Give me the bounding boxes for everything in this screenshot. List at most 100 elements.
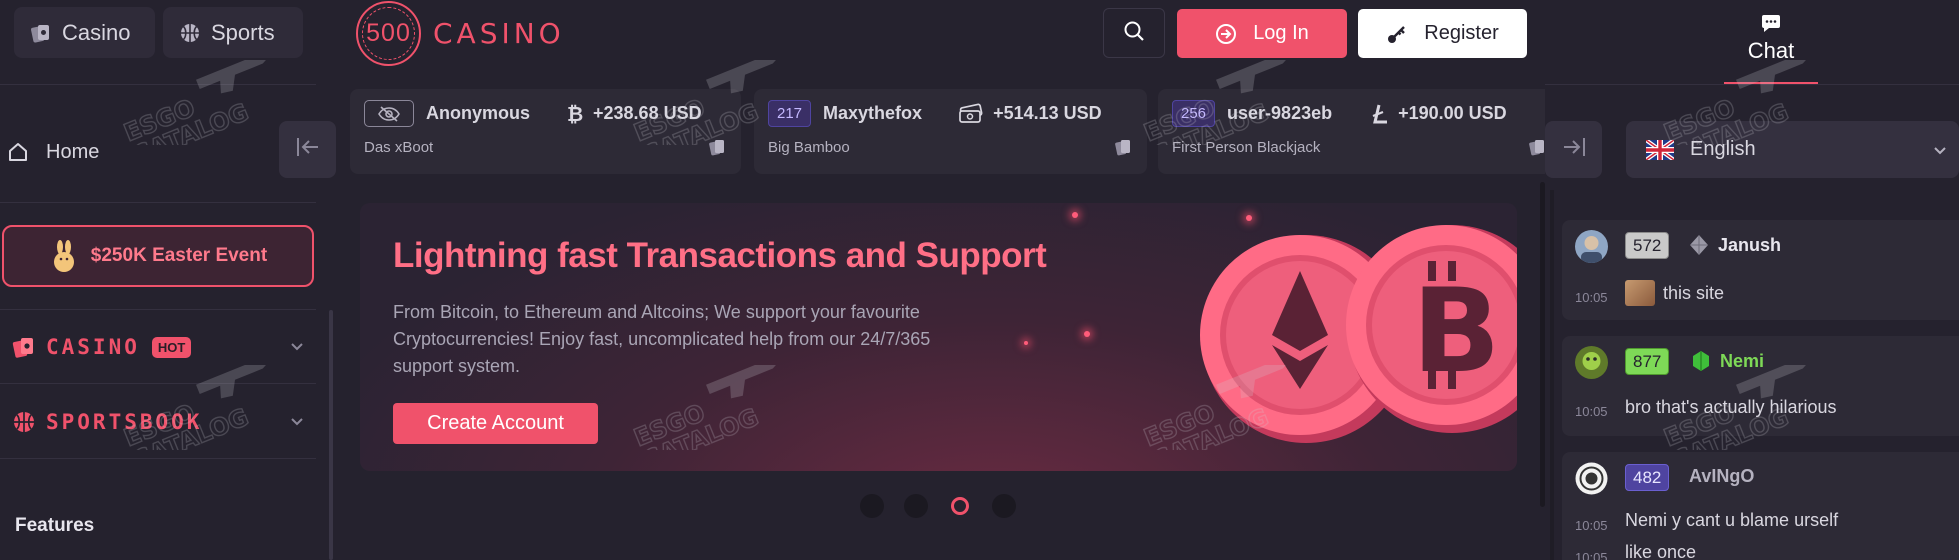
svg-text:₿: ₿ (567, 103, 583, 125)
sidebar-item-sportsbook-label: SPORTSBOOK (46, 410, 203, 434)
emote-icon (1625, 280, 1655, 306)
banner-title: Lightning fast Transactions and Support (393, 236, 1047, 275)
language-select[interactable]: English (1626, 121, 1959, 178)
avatar[interactable] (1575, 346, 1608, 379)
chat-timestamp: 10:05 (1575, 518, 1608, 533)
playing-cards-icon (709, 138, 727, 158)
chevron-down-icon[interactable] (288, 337, 306, 360)
chat-text: Nemi y cant u blame urself (1625, 510, 1839, 530)
register-label: Register (1424, 22, 1499, 44)
chat-username-text: AvINgO (1689, 466, 1755, 486)
expand-right-icon (1561, 136, 1587, 163)
sidebar-scrollbar[interactable] (329, 310, 333, 560)
sidebar-tab-sports[interactable]: Sports (163, 7, 303, 58)
sidebar-item-home-label: Home (46, 140, 100, 163)
carousel-dot[interactable] (904, 494, 928, 518)
feed-card[interactable]: 217 Maxythefox +514.13 USD Big Bamboo (754, 89, 1147, 174)
sidebar-item-casino[interactable]: CASINO HOT (0, 317, 316, 377)
chat-scrollbar[interactable] (1550, 190, 1554, 560)
feed-game-name[interactable]: First Person Blackjack (1172, 139, 1320, 156)
sidebar-item-sportsbook[interactable]: SPORTSBOOK (0, 392, 316, 452)
carousel-dot-active[interactable] (951, 497, 969, 515)
tab-chat-label: Chat (1747, 38, 1795, 63)
search-button[interactable] (1103, 8, 1165, 58)
expand-panel-button[interactable] (1545, 121, 1602, 178)
avatar[interactable] (1575, 230, 1608, 263)
feed-game-name[interactable]: Big Bamboo (768, 139, 850, 156)
banner-text: From Bitcoin, to Ethereum and Altcoins; … (393, 302, 931, 376)
key-icon (1386, 23, 1408, 45)
collapse-sidebar-button[interactable] (279, 121, 336, 178)
feed-username: Maxythefox (823, 103, 923, 123)
level-badge: 572 (1625, 232, 1670, 259)
cash-stack-icon (957, 103, 985, 125)
feed-card-top: 256 user-9823eb +190.00 USD (1172, 100, 1507, 127)
divider (0, 202, 316, 203)
diamond-rank-icon (1688, 234, 1710, 256)
chat-username[interactable]: Janush (1688, 234, 1781, 256)
basketball-icon (12, 410, 36, 434)
chevron-down-icon (1931, 141, 1949, 165)
logo-badge: 500 (356, 0, 421, 66)
chat-timestamp: 10:05 (1575, 404, 1608, 419)
playing-cards-icon (30, 22, 52, 44)
carousel-dots (860, 494, 1016, 518)
chat-username-text: Janush (1718, 234, 1782, 255)
level-badge: 877 (1625, 348, 1670, 375)
divider (0, 383, 316, 384)
sidebar-item-home[interactable]: Home (0, 122, 316, 182)
sidebar-tab-sports-label: Sports (211, 19, 275, 45)
chat-username[interactable]: Nemi (1690, 350, 1764, 372)
chat-bubble-icon (1760, 14, 1782, 34)
avatar[interactable] (1575, 462, 1608, 495)
chat-message: 482 AvINgO 10:05 Nemi y cant u blame urs… (1562, 452, 1959, 560)
logo-number: 500 (366, 18, 411, 47)
feed-amount: +514.13 USD (993, 103, 1102, 123)
playing-cards-icon (1115, 138, 1133, 158)
hexagon-rank-icon (1690, 350, 1712, 372)
collapse-left-icon (295, 136, 321, 163)
chevron-down-icon[interactable] (288, 412, 306, 435)
carousel-dot[interactable] (992, 494, 1016, 518)
chat-message: 877 Nemi 10:05 bro that's actually hilar… (1562, 336, 1959, 436)
divider (0, 84, 316, 85)
basketball-icon (179, 22, 201, 44)
login-label: Log In (1253, 22, 1309, 44)
divider (1545, 84, 1959, 85)
bitcoin-icon: ₿ (565, 103, 585, 125)
site-logo[interactable]: 500 CASINO (356, 0, 565, 66)
level-badge: 482 (1625, 464, 1670, 491)
register-button[interactable]: Register (1358, 9, 1527, 58)
create-account-button[interactable]: Create Account (393, 403, 598, 444)
chat-timestamp: 10:05 (1575, 550, 1608, 560)
divider (0, 309, 316, 310)
feed-game-name[interactable]: Das xBoot (364, 139, 433, 156)
chat-text: this site (1625, 280, 1724, 306)
sidebar-item-casino-label: CASINO (46, 335, 140, 359)
feed-username: Anonymous (426, 103, 531, 123)
litecoin-icon (1370, 103, 1390, 125)
decoration-spark (1246, 215, 1252, 221)
promo-banner: Lightning fast Transactions and Support … (360, 203, 1517, 471)
decoration-spark (1072, 212, 1078, 218)
level-badge: 217 (768, 100, 812, 127)
decoration-spark (1024, 341, 1028, 345)
feed-card[interactable]: 256 user-9823eb +190.00 USD First Person… (1158, 89, 1545, 174)
sidebar-tab-casino[interactable]: Casino (14, 7, 155, 58)
tab-chat[interactable]: Chat (1725, 14, 1817, 84)
feed-username: user-9823eb (1227, 103, 1333, 123)
sidebar-tab-casino-label: Casino (62, 19, 131, 45)
feed-card[interactable]: Anonymous ₿ +238.68 USD Das xBoot (350, 89, 741, 174)
crypto-coins-illustration: B (1200, 223, 1517, 468)
playing-cards-icon (1529, 138, 1545, 158)
hot-badge: HOT (151, 336, 192, 358)
login-button[interactable]: Log In (1177, 9, 1347, 58)
easter-event-label: $250K Easter Event (90, 245, 268, 266)
decoration-spark (1084, 331, 1090, 337)
chat-username[interactable]: AvINgO (1689, 466, 1754, 487)
carousel-dot[interactable] (860, 494, 884, 518)
chat-text: like once (1625, 542, 1697, 560)
playing-cards-icon (12, 335, 36, 359)
home-icon (6, 140, 30, 164)
easter-event-button[interactable]: $250K Easter Event (2, 225, 314, 287)
